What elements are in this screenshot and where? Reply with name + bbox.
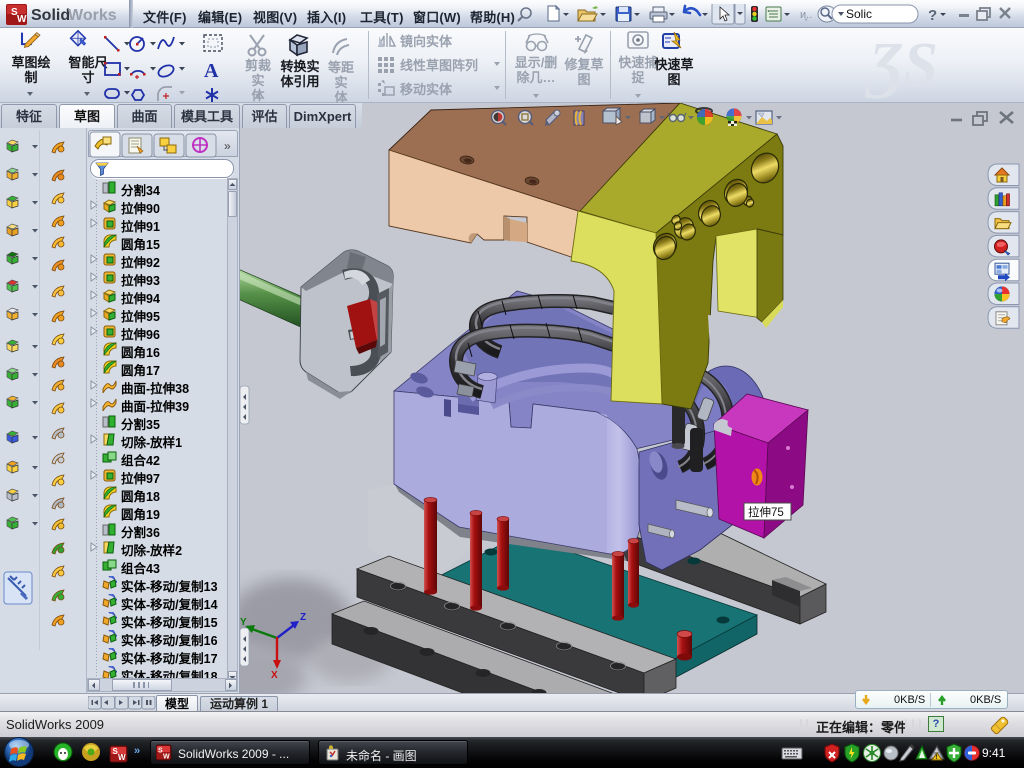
svg-text:»: » bbox=[224, 139, 231, 153]
svg-text:拉伸75: 拉伸75 bbox=[748, 505, 784, 519]
svg-text:и͈..: и͈.. bbox=[800, 9, 812, 21]
svg-text:Y: Y bbox=[240, 617, 247, 628]
svg-text:Solic: Solic bbox=[846, 7, 872, 21]
svg-text:W: W bbox=[163, 754, 170, 761]
svg-text:Solid: Solid bbox=[31, 7, 70, 24]
svg-text:!: ! bbox=[936, 755, 938, 761]
svg-text:W: W bbox=[118, 753, 126, 762]
svg-text:?: ? bbox=[928, 7, 937, 24]
svg-text:A: A bbox=[204, 60, 219, 82]
svg-text:Z: Z bbox=[300, 612, 306, 623]
svg-text:Works: Works bbox=[68, 7, 117, 24]
svg-text:»: » bbox=[134, 745, 140, 757]
svg-text:W: W bbox=[17, 14, 27, 25]
svg-text:X: X bbox=[271, 670, 278, 681]
